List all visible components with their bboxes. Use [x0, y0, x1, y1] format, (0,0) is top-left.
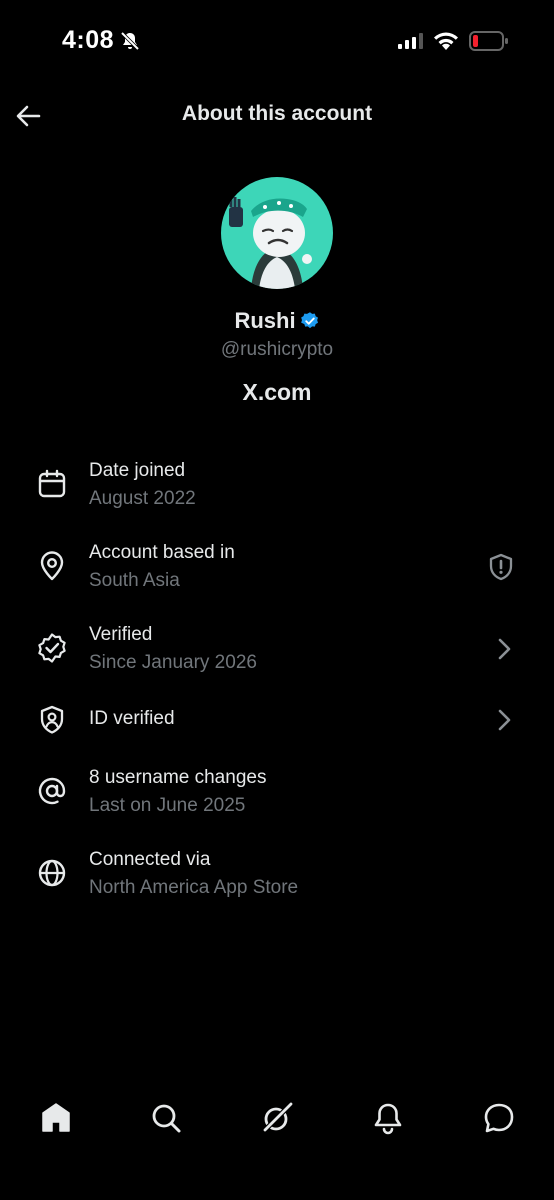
verified-badge-icon: [300, 312, 318, 329]
location-pin-icon: [40, 551, 64, 581]
grok-icon[interactable]: [259, 1100, 295, 1136]
bell-off-icon: [120, 31, 140, 51]
page-title: About this account: [181, 102, 373, 125]
detail-value: North America App Store: [89, 877, 299, 898]
status-time: 4:08: [62, 26, 115, 54]
status-bar: 4:08: [0, 0, 554, 80]
detail-label: Account based in: [89, 542, 235, 563]
profile-name-row: Rushi: [0, 308, 554, 334]
search-icon[interactable]: [148, 1100, 184, 1136]
shield-alert-icon[interactable]: [486, 552, 516, 582]
detail-value: August 2022: [89, 488, 196, 509]
notifications-icon[interactable]: [370, 1100, 406, 1136]
chevron-right-icon: [498, 638, 511, 660]
wifi-icon: [434, 32, 458, 50]
detail-value: South Asia: [89, 570, 180, 591]
detail-connected-via: Connected via North America App Store: [0, 845, 554, 921]
profile-handle: @rushicrypto: [220, 339, 334, 360]
calendar-icon: [38, 469, 66, 498]
detail-verified[interactable]: Verified Since January 2026: [0, 620, 554, 696]
avatar-illustration: [221, 177, 333, 289]
id-shield-icon: [40, 705, 64, 734]
avatar[interactable]: [221, 177, 333, 289]
detail-label: Verified: [89, 624, 153, 645]
chevron-right-icon: [498, 709, 511, 731]
at-sign-icon: [38, 777, 66, 805]
detail-value: Since January 2026: [89, 652, 257, 673]
detail-label: ID verified: [89, 708, 175, 729]
detail-username-changes: 8 username changes Last on June 2025: [0, 763, 554, 839]
detail-value: Last on June 2025: [89, 795, 246, 816]
detail-label: Connected via: [89, 849, 211, 870]
header: About this account: [0, 90, 554, 140]
battery-icon: [469, 31, 508, 51]
messages-icon[interactable]: [481, 1100, 517, 1136]
bottom-tab-bar: [0, 1090, 554, 1150]
profile-site: X.com: [242, 379, 312, 405]
profile-name: Rushi: [234, 308, 296, 333]
detail-account-based-in: Account based in South Asia: [0, 538, 554, 614]
detail-label: Date joined: [89, 460, 186, 481]
cellular-signal-icon: [398, 33, 423, 49]
globe-icon: [38, 859, 66, 887]
detail-label: 8 username changes: [89, 767, 267, 788]
verified-badge-icon: [38, 633, 66, 663]
home-icon[interactable]: [38, 1100, 74, 1136]
detail-date-joined: Date joined August 2022: [0, 456, 554, 532]
